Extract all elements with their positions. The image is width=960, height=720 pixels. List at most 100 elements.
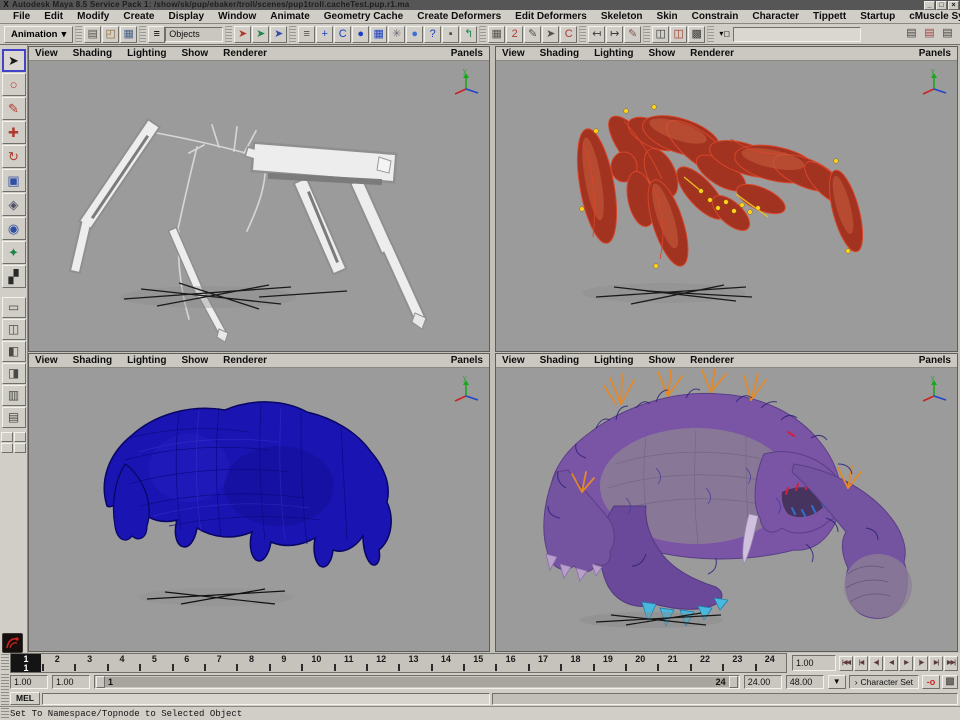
layout-split-two-button[interactable]: ◨ [2, 363, 26, 384]
viewport-menu-item[interactable]: Renderer [690, 355, 743, 366]
select-component-icon[interactable]: ➤ [270, 26, 287, 43]
grid-display-icon[interactable]: ▦ [488, 26, 505, 43]
maximize-button[interactable]: □ [936, 1, 947, 10]
time-slider[interactable]: 1 1 234567891011121314151617181920212223… [10, 653, 787, 673]
layout-persp-outliner-button[interactable]: ◧ [2, 341, 26, 362]
ui-collapse-handle[interactable] [1, 654, 9, 672]
timeline-frame[interactable]: 14 [430, 654, 462, 672]
make-live-icon[interactable]: ✳ [388, 26, 405, 43]
viewport-menu-item[interactable]: Shading [73, 355, 121, 366]
range-start-handle[interactable] [96, 676, 105, 688]
hide-ui-elements-icon[interactable]: ▤ [939, 26, 956, 43]
paint-select-tool-icon[interactable]: ✎ [2, 97, 26, 120]
viewport-menu-item[interactable]: Show [649, 355, 685, 366]
toolbar-separator[interactable] [225, 26, 232, 43]
timeline-frame[interactable]: 3 [73, 654, 105, 672]
menubar-item[interactable]: Animate [263, 11, 316, 22]
numeric-input-field[interactable] [733, 27, 861, 42]
menubar-item[interactable]: File [6, 11, 37, 22]
snap-to-grids-icon[interactable]: + [316, 26, 333, 43]
viewport-panels-menu[interactable]: Panels [919, 48, 951, 59]
viewport-menu-item[interactable]: Shading [540, 355, 588, 366]
auto-keyframe-toggle[interactable]: -o [922, 675, 940, 689]
layout-mini-button[interactable] [1, 432, 13, 442]
select-hierarchy-icon[interactable]: ➤ [234, 26, 251, 43]
viewport-menu-item[interactable]: Renderer [690, 48, 743, 59]
viewport-menu-item[interactable]: Renderer [223, 355, 276, 366]
menubar-item[interactable]: cMuscle System [902, 11, 960, 22]
viewport-menu-item[interactable]: Lighting [127, 355, 175, 366]
timeline-frame[interactable]: 22 [689, 654, 721, 672]
viewport-menu-item[interactable]: View [502, 48, 534, 59]
timeline-frame[interactable]: 11 [333, 654, 365, 672]
pencil-tool-icon[interactable]: ✎ [524, 26, 541, 43]
character-set-selector[interactable]: › Character Set [849, 675, 919, 689]
menubar-item[interactable]: Display [161, 11, 211, 22]
layout-mini-button[interactable] [1, 443, 13, 453]
playback-start-field[interactable] [52, 675, 90, 689]
soft-mod-tool-icon[interactable]: ◉ [2, 217, 26, 240]
rotate-tool-icon[interactable]: ↻ [2, 145, 26, 168]
menubar-item[interactable]: Geometry Cache [317, 11, 410, 22]
snap-together-icon[interactable]: 2 [506, 26, 523, 43]
timeline-frame[interactable]: 23 [721, 654, 753, 672]
step-forward-one-frame-button[interactable]: |▶ [914, 656, 928, 671]
show-ui-elements-icon[interactable]: ▤ [903, 26, 920, 43]
timeline-frame[interactable]: 8 [235, 654, 267, 672]
toolbar-separator[interactable] [289, 26, 296, 43]
menubar-item[interactable]: Window [211, 11, 263, 22]
universal-manipulator-icon[interactable]: ◈ [2, 193, 26, 216]
menu-set-selector[interactable]: Animation ▾ [4, 26, 73, 43]
command-input[interactable] [42, 693, 490, 705]
open-scene-icon[interactable]: ◰ [102, 26, 119, 43]
viewport-menu-item[interactable]: View [502, 355, 534, 366]
render-globals-icon[interactable]: ▩ [688, 26, 705, 43]
pick-pointer-icon[interactable]: ➤ [542, 26, 559, 43]
range-slider[interactable]: 1 24 [94, 675, 740, 689]
current-time-field[interactable] [792, 655, 836, 671]
animation-start-field[interactable] [10, 675, 48, 689]
viewport-menu-item[interactable]: View [35, 48, 67, 59]
timeline-frame[interactable]: 12 [365, 654, 397, 672]
menubar-item[interactable]: Startup [853, 11, 902, 22]
timeline-frame[interactable]: 2 [41, 654, 73, 672]
timeline-frame[interactable]: 17 [527, 654, 559, 672]
viewport-panels-menu[interactable]: Panels [919, 355, 951, 366]
menubar-item[interactable]: Tippett [806, 11, 853, 22]
edit-connections-icon[interactable]: ✎ [624, 26, 641, 43]
character-app-icon[interactable] [2, 633, 23, 653]
viewport-panels-menu[interactable]: Panels [451, 48, 483, 59]
viewport-menu-item[interactable]: Lighting [127, 48, 175, 59]
timeline-frame[interactable]: 24 [754, 654, 786, 672]
menubar-item[interactable]: Create Deformers [410, 11, 508, 22]
toolbar-separator[interactable] [643, 26, 650, 43]
toolbar-separator[interactable] [479, 26, 486, 43]
timeline-frame[interactable]: 18 [559, 654, 591, 672]
play-backwards-button[interactable]: ◀ [884, 656, 898, 671]
ui-collapse-handle[interactable] [1, 674, 9, 690]
timeline-frame[interactable]: 9 [268, 654, 300, 672]
viewport-menu-item[interactable]: Show [649, 48, 685, 59]
step-forward-one-key-button[interactable]: ▶| [929, 656, 943, 671]
menubar-item[interactable]: Edit [37, 11, 70, 22]
scale-tool-icon[interactable]: ▣ [2, 169, 26, 192]
playback-end-field[interactable] [744, 675, 782, 689]
timeline-frame[interactable]: 7 [203, 654, 235, 672]
timeline-frame[interactable]: 16 [494, 654, 526, 672]
output-connections-icon[interactable]: ↦ [606, 26, 623, 43]
menubar-item[interactable]: Skeleton [594, 11, 650, 22]
show-manipulator-icon[interactable]: ✦ [2, 241, 26, 264]
toolbar-separator[interactable] [139, 26, 146, 43]
minimize-button[interactable]: _ [924, 1, 935, 10]
viewport-menu-item[interactable]: Show [182, 48, 218, 59]
ipr-render-icon[interactable]: ◫ [670, 26, 687, 43]
viewport-canvas-muscles[interactable]: y [496, 61, 957, 351]
window-titlebar[interactable]: X Autodesk Maya 8.5 Service Pack 1: /sho… [0, 0, 960, 10]
step-back-one-key-button[interactable]: |◀ [854, 656, 868, 671]
viewport-menu-item[interactable]: Shading [540, 48, 588, 59]
new-scene-icon[interactable]: ▤ [84, 26, 101, 43]
menubar-item[interactable]: Edit Deformers [508, 11, 594, 22]
viewport-menu-item[interactable]: View [35, 355, 67, 366]
last-tool-icon[interactable]: ▞ [2, 265, 26, 288]
layout-hypergraph-persp-button[interactable]: ▥ [2, 385, 26, 406]
